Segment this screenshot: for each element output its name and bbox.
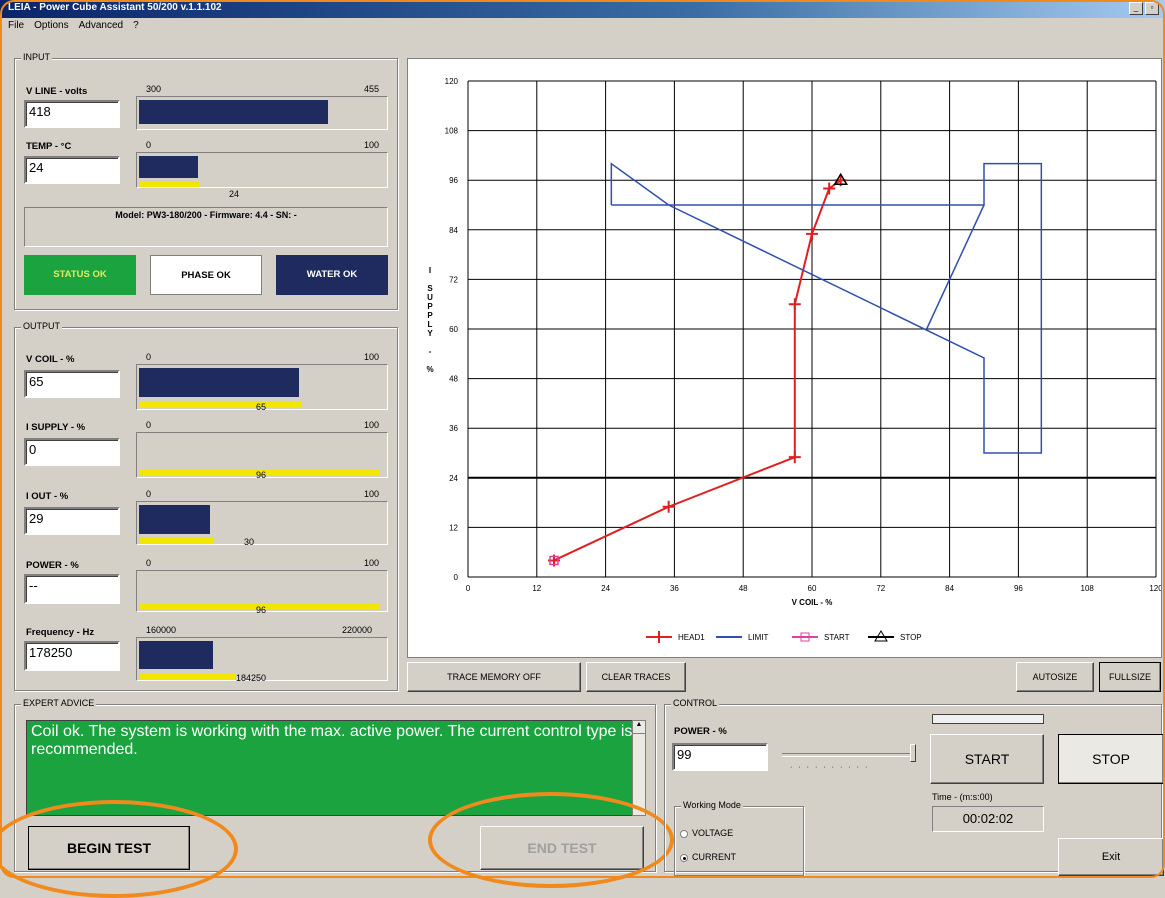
highlight-frame — [0, 0, 1165, 878]
